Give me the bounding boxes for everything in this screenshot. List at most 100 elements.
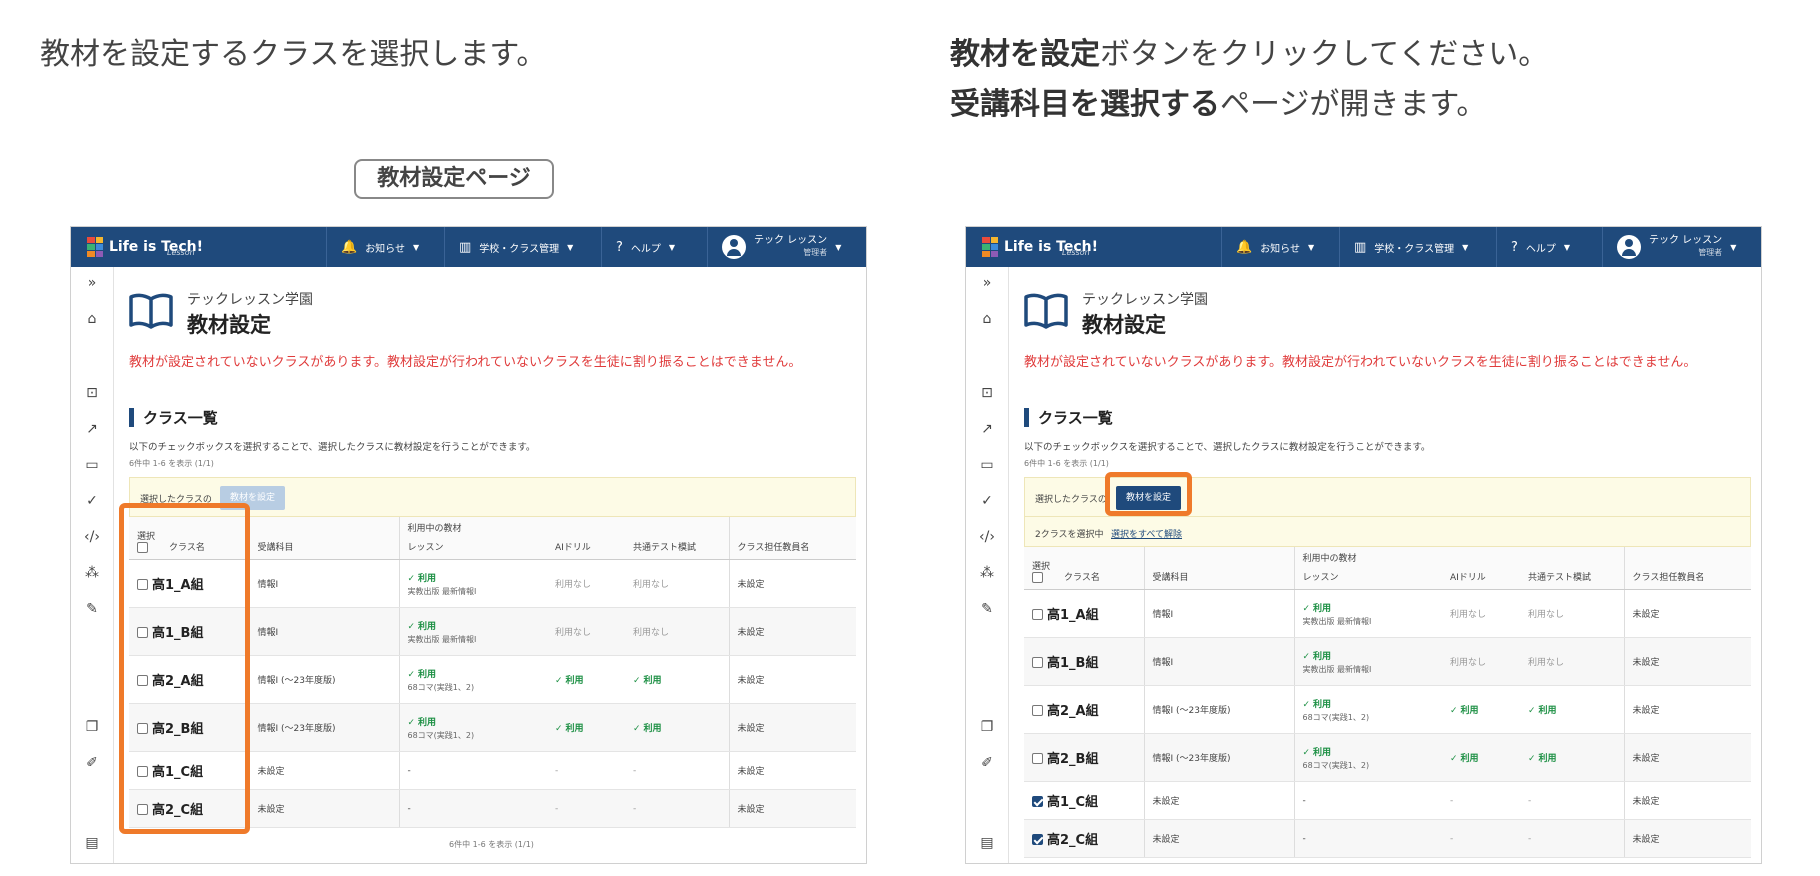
- right-caption: 教材を設定ボタンをクリックしてください。 受講科目を選択するページが開きます。: [950, 30, 1548, 130]
- building-icon: ▥: [459, 239, 472, 255]
- code-icon[interactable]: ‹/›: [83, 529, 101, 545]
- trending-up-icon[interactable]: ↗: [83, 421, 101, 437]
- check-circle-icon[interactable]: ✓: [978, 493, 996, 509]
- header-materials-group: 利用中の教材: [1302, 554, 1357, 564]
- lesson-status: 利用: [1303, 652, 1332, 662]
- ai-drill-status: 利用: [555, 676, 584, 686]
- header-materials-group: 利用中の教材: [407, 524, 462, 534]
- nav-user[interactable]: テック レッスン 管理者 ▼: [707, 227, 866, 267]
- school-name: テックレッスン学園: [187, 292, 313, 308]
- pen-icon[interactable]: ✎: [978, 601, 996, 617]
- presentation-icon[interactable]: ▭: [978, 457, 996, 473]
- pen-icon[interactable]: ✎: [83, 601, 101, 617]
- ai-drill-status: 利用なし: [1450, 658, 1487, 668]
- nav-help[interactable]: ? ヘルプ ▼: [1496, 227, 1602, 267]
- presentation-icon[interactable]: ▭: [83, 457, 101, 473]
- header-teacher: クラス担任教員名: [729, 517, 856, 560]
- row-checkbox[interactable]: [1032, 705, 1043, 716]
- subject-cell: 情報Ⅰ (〜23年度版): [249, 655, 400, 704]
- result-count: 6件中 1-6 を表示 (1/1): [129, 459, 214, 468]
- lesson-detail: 実教出版 最新情報Ⅰ: [407, 634, 477, 644]
- nav-school[interactable]: ▥ 学校・クラス管理 ▼: [444, 227, 601, 267]
- lesson-detail: 68コマ(実践1、2): [407, 682, 475, 692]
- class-name-cell: 高2_A組: [1024, 685, 1145, 734]
- nav-news[interactable]: 🔔 お知らせ ▼: [1221, 227, 1339, 267]
- ai-drill-cell: -: [1442, 781, 1520, 820]
- ai-drill-cell: 利用: [1442, 733, 1520, 782]
- section-title: クラス一覧: [1024, 407, 1113, 428]
- user-avatar-icon: [722, 235, 746, 259]
- subject-cell: 情報Ⅰ: [1144, 589, 1295, 638]
- lesson-status: -: [1302, 795, 1306, 806]
- lesson-cell: 利用実教出版 最新情報Ⅰ: [1294, 637, 1442, 686]
- lesson-status: 利用: [1303, 604, 1332, 614]
- teacher-cell: 未設定: [1624, 685, 1751, 734]
- trending-up-icon[interactable]: ↗: [978, 421, 996, 437]
- bar-chart-icon[interactable]: ▤: [978, 835, 996, 851]
- terminal-icon[interactable]: ⊡: [978, 385, 996, 401]
- right-caption-rest-1: ボタンをクリックしてください。: [1100, 37, 1549, 72]
- select-all-checkbox[interactable]: [1032, 572, 1043, 583]
- copy-icon[interactable]: ❐: [83, 719, 101, 735]
- header-ai-drill: AIドリル: [547, 517, 625, 560]
- row-checkbox[interactable]: [1032, 834, 1043, 845]
- table-row: 高2_B組情報Ⅰ (〜23年度版)利用68コマ(実践1、2)利用利用未設定: [1024, 733, 1751, 782]
- nav-help[interactable]: ? ヘルプ ▼: [601, 227, 707, 267]
- nav-help-label: ヘルプ: [1525, 243, 1556, 255]
- warning-message: 教材が設定されていないクラスがあります。教材設定が行われていないクラスを生徒に割…: [129, 355, 802, 370]
- nav-news[interactable]: 🔔 お知らせ ▼: [326, 227, 444, 267]
- home-icon[interactable]: ⌂: [83, 311, 101, 327]
- logo-subtext: Lesson: [1062, 248, 1090, 257]
- network-icon[interactable]: ⁂: [83, 565, 101, 581]
- selected-count: 2クラスを選択中: [1035, 530, 1104, 540]
- common-test-cell: 利用なし: [625, 559, 730, 608]
- class-name: 高1_A組: [1047, 608, 1099, 623]
- chevrons-right-icon[interactable]: »: [83, 275, 101, 291]
- lesson-cell: 利用実教出版 最新情報Ⅰ: [1294, 589, 1442, 638]
- class-name: 高1_B組: [1047, 656, 1099, 671]
- code-icon[interactable]: ‹/›: [978, 529, 996, 545]
- header-select-cell: 選択 クラス名: [1024, 547, 1145, 590]
- nav-user[interactable]: テック レッスン 管理者 ▼: [1602, 227, 1761, 267]
- common-test-cell: 利用なし: [625, 607, 730, 656]
- row-checkbox[interactable]: [1032, 753, 1043, 764]
- caret-down-icon: ▼: [1462, 242, 1469, 252]
- class-name: 高2_B組: [1047, 752, 1099, 767]
- clipboard-edit-icon[interactable]: ✐: [83, 755, 101, 771]
- check-circle-icon[interactable]: ✓: [83, 493, 101, 509]
- teacher-cell: 未設定: [1624, 819, 1751, 858]
- selection-bar: 2クラスを選択中 選択をすべて解除: [1024, 517, 1751, 547]
- teacher-cell: 未設定: [729, 559, 856, 608]
- common-test-status: 利用: [633, 724, 662, 734]
- bell-icon: 🔔: [1236, 239, 1253, 255]
- lesson-cell: -: [399, 751, 547, 790]
- row-checkbox[interactable]: [1032, 657, 1043, 668]
- clear-selection-link[interactable]: 選択をすべて解除: [1111, 527, 1182, 540]
- terminal-icon[interactable]: ⊡: [83, 385, 101, 401]
- lesson-status: -: [1302, 833, 1306, 844]
- nav-school[interactable]: ▥ 学校・クラス管理 ▼: [1339, 227, 1496, 267]
- row-checkbox[interactable]: [1032, 609, 1043, 620]
- clipboard-edit-icon[interactable]: ✐: [978, 755, 996, 771]
- network-icon[interactable]: ⁂: [978, 565, 996, 581]
- chevrons-right-icon[interactable]: »: [978, 275, 996, 291]
- ai-drill-status: 利用: [1450, 706, 1479, 716]
- lesson-status: 利用: [408, 718, 437, 728]
- caret-down-icon: ▼: [567, 242, 574, 252]
- teacher-cell: 未設定: [729, 607, 856, 656]
- book-icon: [1024, 293, 1068, 329]
- common-test-status: -: [633, 803, 637, 814]
- subject-cell: 情報Ⅰ (〜23年度版): [1144, 733, 1295, 782]
- copy-icon[interactable]: ❐: [978, 719, 996, 735]
- lesson-detail: 実教出版 最新情報Ⅰ: [407, 586, 477, 596]
- common-test-cell: 利用: [1520, 685, 1625, 734]
- lesson-status: 利用: [1303, 700, 1332, 710]
- subject-cell: 情報Ⅰ: [249, 607, 400, 656]
- sidebar: » ⌂ ⊡ ↗ ▭ ✓ ‹/› ⁂ ✎ ❐ ✐ ▤: [966, 267, 1009, 863]
- logo-mark-icon: [982, 237, 998, 257]
- common-test-cell: 利用: [625, 703, 730, 752]
- bar-chart-icon[interactable]: ▤: [83, 835, 101, 851]
- row-checkbox[interactable]: [1032, 796, 1043, 807]
- subject-cell: 未設定: [1144, 819, 1295, 858]
- home-icon[interactable]: ⌂: [978, 311, 996, 327]
